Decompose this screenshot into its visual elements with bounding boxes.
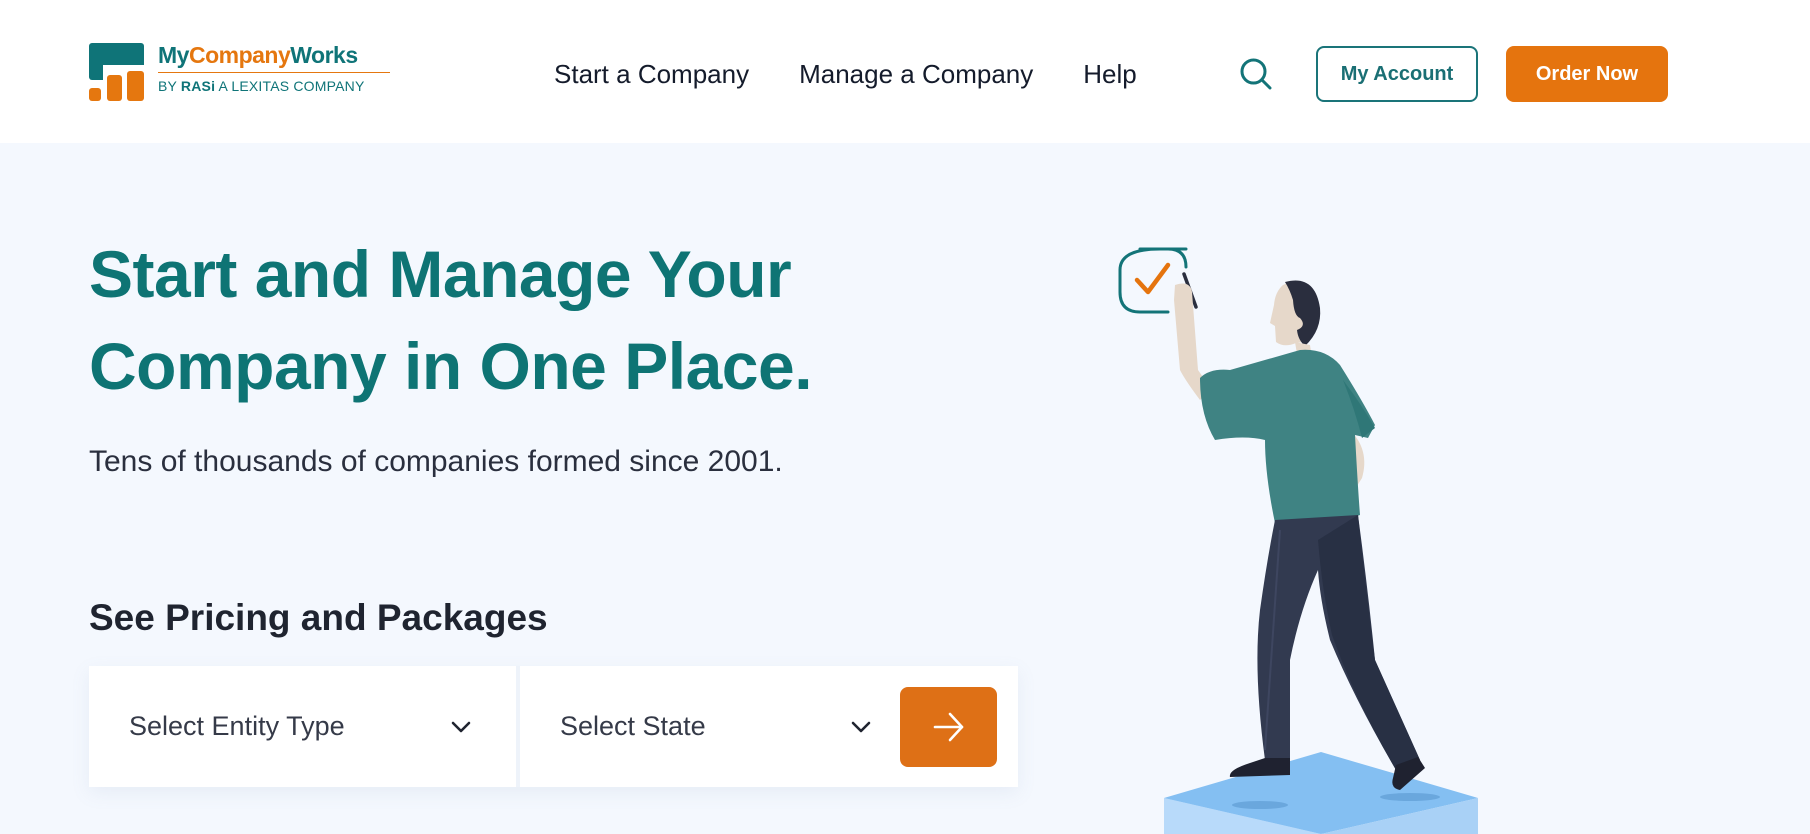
logo-word-works: Works xyxy=(290,42,358,68)
my-account-button[interactable]: My Account xyxy=(1316,46,1478,102)
state-value: Select State xyxy=(560,711,706,741)
pricing-selector: Select Entity Type Select State xyxy=(89,666,1018,787)
order-now-button[interactable]: Order Now xyxy=(1506,46,1668,102)
nav-start-a-company[interactable]: Start a Company xyxy=(554,58,749,90)
logo[interactable]: MyCompanyWorks BY RASi A LEXITAS COMPANY xyxy=(89,43,390,101)
chevron-down-icon xyxy=(451,721,471,732)
logo-word-company: Company xyxy=(188,42,291,68)
person-checking-box-illustration xyxy=(1118,247,1478,834)
logo-text: MyCompanyWorks BY RASi A LEXITAS COMPANY xyxy=(158,43,390,94)
see-pricing-button[interactable] xyxy=(900,687,997,767)
nav-manage-a-company[interactable]: Manage a Company xyxy=(799,58,1033,90)
logo-icon xyxy=(89,43,144,101)
main-nav: Start a Company Manage a Company Help xyxy=(554,58,1137,90)
chevron-down-icon xyxy=(851,721,871,732)
hero-title-line2: Company in One Place. xyxy=(89,329,813,403)
logo-divider xyxy=(158,72,390,73)
hero-title-line1: Start and Manage Your xyxy=(89,237,792,311)
hero-title: Start and Manage Your Company in One Pla… xyxy=(89,228,889,412)
site-header: MyCompanyWorks BY RASi A LEXITAS COMPANY… xyxy=(0,0,1810,143)
tagline-suffix: A LEXITAS COMPANY xyxy=(215,78,365,94)
tagline-brand: RASi xyxy=(180,78,216,94)
search-icon xyxy=(1240,58,1272,90)
hero-illustration xyxy=(1100,230,1500,834)
pricing-title: See Pricing and Packages xyxy=(89,597,548,638)
logo-tagline: BY RASi A LEXITAS COMPANY xyxy=(158,78,390,94)
logo-word-my: My xyxy=(158,42,189,68)
state-select[interactable]: Select State xyxy=(520,666,898,787)
search-button[interactable] xyxy=(1238,56,1274,92)
platform xyxy=(1164,752,1478,834)
entity-type-select[interactable]: Select Entity Type xyxy=(89,666,520,787)
nav-help[interactable]: Help xyxy=(1083,58,1136,90)
tagline-prefix: BY xyxy=(158,78,181,94)
hero-subtitle: Tens of thousands of companies formed si… xyxy=(89,445,783,478)
arrow-right-icon xyxy=(933,712,963,742)
entity-type-value: Select Entity Type xyxy=(129,711,345,741)
logo-wordmark: MyCompanyWorks xyxy=(158,43,390,67)
